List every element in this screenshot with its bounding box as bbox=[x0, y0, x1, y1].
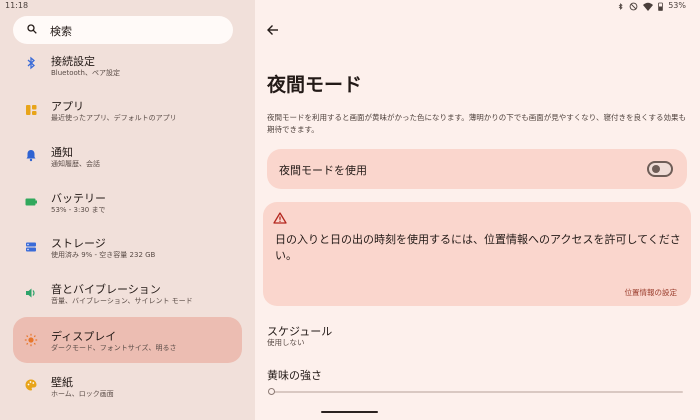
location-settings-link[interactable]: 位置情報の設定 bbox=[625, 287, 678, 298]
volume-icon bbox=[26, 288, 35, 298]
settings-sidebar: 検索 接続設定 Bluetooth、ペア設定 アプリ 最近使ったアプリ、デフォル… bbox=[0, 0, 255, 420]
sidebar-item-battery[interactable]: バッテリー 53% - 3:30 まで bbox=[13, 186, 242, 232]
sidebar-item-sublabel: 通知履歴、会話 bbox=[51, 160, 100, 168]
sidebar-item-apps[interactable]: アプリ 最近使ったアプリ、デフォルトのアプリ bbox=[13, 94, 242, 140]
page-description: 夜間モードを利用すると画面が黄味がかった色になります。薄明かりの下でも画面が見や… bbox=[267, 113, 686, 134]
battery-icon bbox=[25, 198, 37, 206]
intensity-slider-thumb[interactable] bbox=[268, 388, 275, 395]
night-mode-toggle-row[interactable]: 夜間モードを使用 bbox=[267, 149, 687, 189]
sidebar-item-display[interactable]: ディスプレイ ダークモード、フォントサイズ、明るさ bbox=[13, 317, 242, 363]
search-icon bbox=[27, 24, 37, 34]
sidebar-item-label: 音とバイブレーション bbox=[51, 283, 161, 296]
sidebar-item-label: 通知 bbox=[51, 146, 73, 159]
night-mode-panel: 夜間モード 夜間モードを利用すると画面が黄味がかった色になります。薄明かりの下で… bbox=[255, 12, 700, 420]
sidebar-item-label: アプリ bbox=[51, 100, 84, 113]
sidebar-item-sublabel: 使用済み 9% - 空き容量 232 GB bbox=[51, 251, 156, 259]
sidebar-item-sublabel: 53% - 3:30 まで bbox=[51, 206, 106, 214]
sidebar-item-sublabel: Bluetooth、ペア設定 bbox=[51, 69, 120, 77]
location-warning-card: 日の入りと日の出の時刻を使用するには、位置情報へのアクセスを許可してください。 … bbox=[263, 202, 691, 306]
schedule-value: 使用しない bbox=[267, 338, 305, 347]
toggle-label: 夜間モードを使用 bbox=[279, 164, 367, 177]
intensity-slider-track[interactable] bbox=[271, 391, 683, 393]
palette-icon bbox=[25, 379, 37, 391]
sidebar-item-sublabel: 最近使ったアプリ、デフォルトのアプリ bbox=[51, 114, 177, 122]
sidebar-item-wallpaper[interactable]: 壁紙 ホーム、ロック画面 bbox=[13, 370, 242, 416]
apps-icon bbox=[26, 105, 37, 115]
battery-icon bbox=[658, 2, 664, 11]
gesture-nav-handle[interactable] bbox=[321, 411, 378, 413]
dnd-icon bbox=[629, 2, 638, 10]
status-icons: 53% bbox=[617, 1, 686, 11]
brightness-icon bbox=[24, 333, 38, 347]
wifi-icon bbox=[643, 2, 654, 11]
back-arrow-icon[interactable] bbox=[265, 22, 281, 38]
storage-icon bbox=[26, 242, 36, 252]
page-title: 夜間モード bbox=[267, 74, 363, 96]
sidebar-item-sublabel: 音量、バイブレーション、サイレント モード bbox=[51, 297, 193, 305]
status-battery-percent: 53% bbox=[668, 1, 686, 10]
bell-icon bbox=[26, 150, 36, 162]
night-mode-switch[interactable] bbox=[647, 161, 673, 177]
bluetooth-icon bbox=[618, 2, 623, 10]
intensity-label: 黄味の強さ bbox=[267, 369, 322, 382]
sidebar-item-label: バッテリー bbox=[51, 192, 106, 205]
status-time: 11:18 bbox=[5, 1, 29, 10]
switch-knob bbox=[652, 165, 660, 173]
sidebar-item-storage[interactable]: ストレージ 使用済み 9% - 空き容量 232 GB bbox=[13, 232, 242, 278]
bluetooth-icon bbox=[27, 56, 35, 70]
search-bar[interactable]: 検索 bbox=[13, 16, 233, 44]
warning-icon bbox=[273, 212, 287, 224]
search-placeholder: 検索 bbox=[50, 25, 72, 38]
sidebar-item-label: ストレージ bbox=[51, 237, 106, 250]
sidebar-item-label: ディスプレイ bbox=[51, 330, 117, 343]
sidebar-item-connection[interactable]: 接続設定 Bluetooth、ペア設定 bbox=[13, 48, 242, 94]
sidebar-item-label: 接続設定 bbox=[51, 55, 95, 68]
sidebar-item-label: 壁紙 bbox=[51, 376, 73, 389]
sidebar-item-notifications[interactable]: 通知 通知履歴、会話 bbox=[13, 140, 242, 186]
sidebar-item-sublabel: ホーム、ロック画面 bbox=[51, 390, 114, 398]
warning-text: 日の入りと日の出の時刻を使用するには、位置情報へのアクセスを許可してください。 bbox=[275, 233, 681, 262]
status-bar: 11:18 53% bbox=[0, 0, 700, 12]
sidebar-item-sublabel: ダークモード、フォントサイズ、明るさ bbox=[51, 344, 177, 352]
